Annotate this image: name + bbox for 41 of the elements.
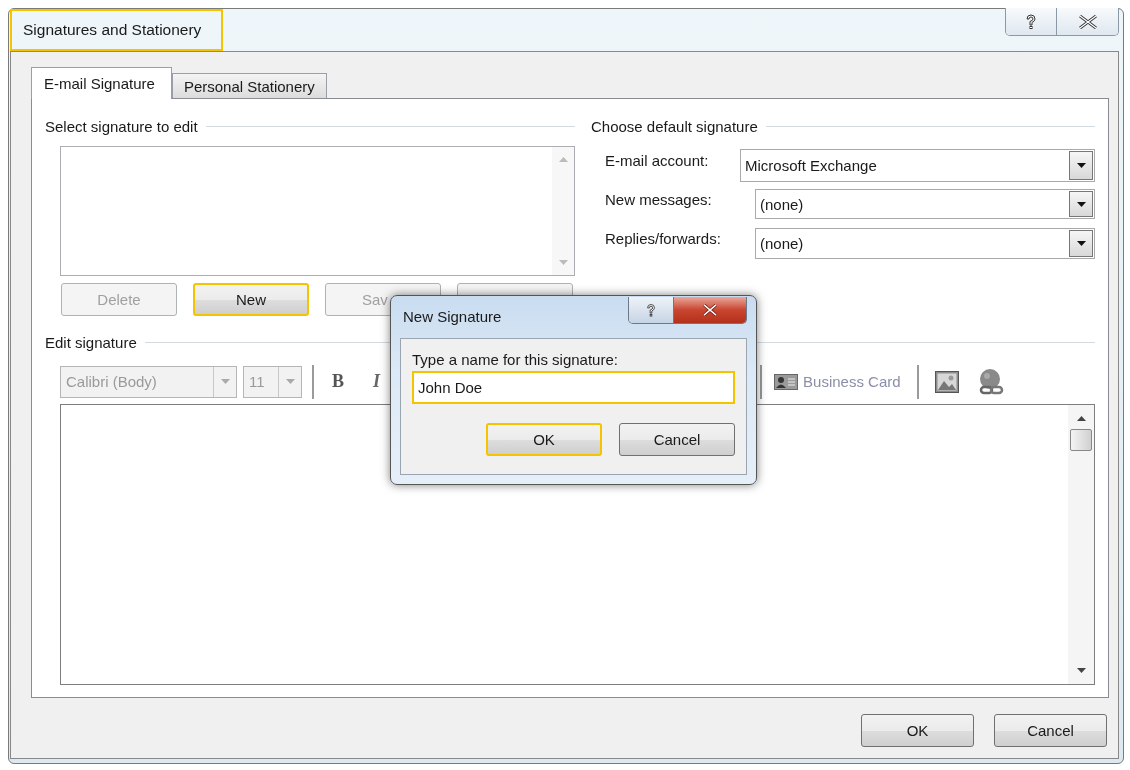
field-label: Replies/forwards: [605, 230, 722, 247]
field-label: E-mail account: [605, 152, 710, 169]
help-button[interactable] [629, 297, 673, 323]
dropdown-arrow-icon [285, 379, 295, 384]
dropdown[interactable]: Microsoft Exchange [740, 149, 1095, 182]
group-heading: Edit signature [45, 333, 137, 351]
dropdown-arrow-icon [1076, 201, 1086, 207]
scroll-down-icon [1076, 668, 1086, 674]
ok-button[interactable]: OK [486, 423, 602, 456]
dropdown-arrow-icon [1076, 163, 1086, 168]
picture-icon [934, 370, 959, 393]
ok-button[interactable]: OK [861, 714, 974, 747]
scroll-thumb[interactable] [1070, 429, 1092, 451]
group-heading: Select signature to edit [45, 117, 198, 135]
help-icon [1024, 13, 1038, 30]
close-button[interactable] [673, 297, 746, 323]
help-icon [645, 302, 657, 318]
dropdown[interactable]: (none) [755, 228, 1095, 259]
tab[interactable]: Personal Stationery [171, 73, 327, 98]
scroll-up-icon [558, 156, 568, 162]
dropdown-arrow-icon [1076, 241, 1086, 246]
help-button[interactable] [1006, 8, 1056, 35]
prompt-label: Type a name for this signature: [412, 351, 619, 368]
scroll-down-icon [558, 260, 568, 266]
scrollbar[interactable] [552, 147, 574, 275]
dropdown[interactable]: (none) [755, 189, 1095, 219]
cancel-button[interactable]: Cancel [994, 714, 1107, 747]
dropdown-arrow-icon [220, 379, 230, 384]
close-icon [1077, 14, 1098, 29]
field-label: New messages: [605, 191, 713, 208]
group-heading: Choose default signature [591, 117, 758, 135]
button[interactable]: New [193, 283, 309, 316]
close-button[interactable] [1056, 8, 1118, 35]
scrollbar[interactable] [1068, 405, 1094, 684]
name-field[interactable]: John Doe [412, 371, 735, 404]
cancel-button[interactable]: Cancel [619, 423, 735, 456]
scroll-up-icon [1076, 415, 1086, 421]
tab[interactable]: E-mail Signature [31, 67, 172, 99]
close-icon [701, 304, 719, 316]
contact-card-icon [774, 373, 799, 390]
window-title: Signatures and Stationery [10, 9, 224, 51]
